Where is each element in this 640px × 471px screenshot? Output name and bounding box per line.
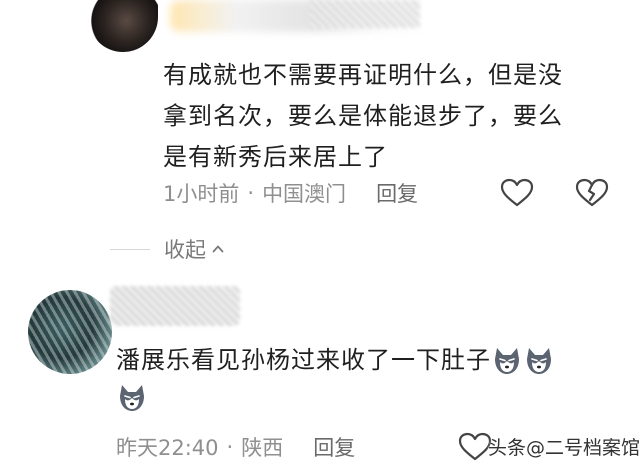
heart-outline-icon[interactable] xyxy=(458,432,492,462)
collapse-replies[interactable]: 收起 xyxy=(110,234,224,264)
emoji-line xyxy=(116,382,148,414)
comment-meta: 1小时前 · 中国澳门 回复 xyxy=(163,178,418,208)
comment-line: 是有新秀后来居上了 xyxy=(163,143,388,171)
commenter-avatar[interactable] xyxy=(88,0,158,52)
comment-body: 潘展乐看见孙杨过来收了一下肚子 xyxy=(116,340,636,381)
broken-heart-outline-icon[interactable] xyxy=(575,178,609,208)
husky-emoji xyxy=(120,385,144,411)
comment-meta: 昨天22:40 · 陕西 回复 xyxy=(116,432,355,462)
comment-line: 有成就也不需要再证明什么，但是没 xyxy=(163,61,563,89)
blurred-username-mosaic xyxy=(310,0,420,28)
comment-time: 昨天22:40 xyxy=(116,436,219,460)
chevron-up-icon xyxy=(212,245,224,253)
husky-emoji xyxy=(527,348,551,374)
comment-location: 中国澳门 xyxy=(262,182,347,206)
collapse-label: 收起 xyxy=(164,238,206,262)
reply-button[interactable]: 回复 xyxy=(313,432,355,462)
meta-separator: · xyxy=(226,435,234,459)
comment-body: 有成就也不需要再证明什么，但是没 拿到名次，要么是体能退步了，要么 是有新秀后来… xyxy=(163,55,633,178)
comment-time: 1小时前 xyxy=(163,182,240,206)
comment-line: 拿到名次，要么是体能退步了，要么 xyxy=(163,102,563,130)
heart-outline-icon[interactable] xyxy=(500,178,534,208)
husky-emoji xyxy=(495,348,519,374)
comment-location: 陕西 xyxy=(241,436,284,460)
blurred-username xyxy=(110,286,240,326)
meta-separator: · xyxy=(247,181,255,205)
comment-text: 潘展乐看见孙杨过来收了一下肚子 xyxy=(116,346,491,374)
source-watermark: 头条@二号档案馆 xyxy=(488,437,640,459)
divider-line xyxy=(110,248,150,250)
reply-button[interactable]: 回复 xyxy=(376,178,418,208)
